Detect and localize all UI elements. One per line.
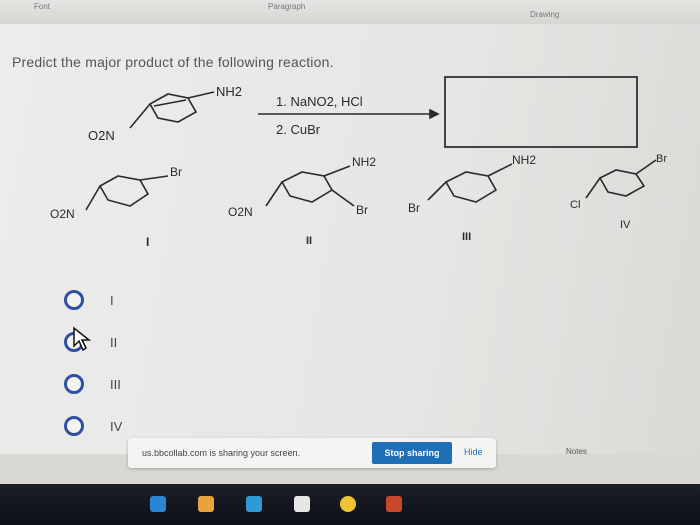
mouse-pointer-icon [73,326,92,352]
structure-iii-group-2: Br [408,201,420,215]
option-iii-radio[interactable] [64,374,84,394]
structure-ii-roman: II [306,235,312,247]
store-icon[interactable] [246,496,262,512]
option-iii-label: III [110,377,121,392]
structure-iv-roman: IV [620,219,631,231]
structure-iv-group-1: Br [656,153,667,165]
stop-sharing-button[interactable]: Stop sharing [372,442,452,464]
structure-ii-group-1: NH2 [352,155,376,169]
notes-button[interactable]: Notes [566,447,587,456]
reactant-o2n-label: O2N [88,128,115,143]
option-i-label: I [110,293,114,308]
structure-i-group-2: O2N [50,207,75,221]
structure-ii-group-3: Br [356,203,368,217]
reaction-scheme: NH2 O2N 1. NaNO2, HCl 2. CuBr Br O2N I N… [50,84,667,249]
option-i-radio[interactable] [64,290,84,310]
file-explorer-icon[interactable] [198,496,214,512]
option-iii[interactable]: III [64,374,184,400]
option-iv-label: IV [110,419,123,434]
chrome-icon[interactable] [340,496,356,512]
structure-iii-roman: III [462,231,471,243]
reagent-step-1: 1. NaNO2, HCl [276,94,363,109]
structure-iv-group-2: Cl [570,199,580,211]
option-ii-label: II [110,335,118,350]
structure-ii-group-2: O2N [228,205,253,219]
edge-icon[interactable] [150,496,166,512]
answer-drawing-box[interactable] [444,76,638,148]
reactant-nh2-label: NH2 [216,84,242,99]
mail-icon[interactable] [294,496,310,512]
option-i[interactable]: I [64,290,184,316]
structure-iii-group-1: NH2 [512,153,536,167]
screen-share-bar: us.bbcollab.com is sharing your screen. … [128,438,496,468]
structure-i-roman: I [146,235,149,249]
windows-taskbar [0,484,700,525]
hide-button[interactable]: Hide [464,447,483,457]
option-iv-radio[interactable] [64,416,84,436]
structure-i-group-1: Br [170,165,182,179]
share-message: us.bbcollab.com is sharing your screen. [142,448,301,458]
reagent-step-2: 2. CuBr [276,122,321,137]
powerpoint-icon[interactable] [386,496,402,512]
